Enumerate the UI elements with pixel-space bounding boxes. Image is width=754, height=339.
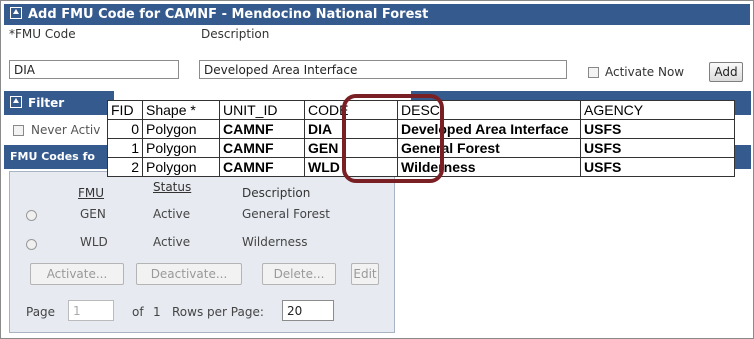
cell-agency: USFS — [580, 157, 735, 177]
description-input[interactable]: Developed Area Interface — [199, 60, 567, 79]
description-label: Description — [201, 27, 270, 41]
collapse-icon[interactable] — [10, 95, 22, 108]
filter-panel-header[interactable]: Filter — [4, 91, 114, 115]
fmu-code-input[interactable]: DIA — [9, 60, 179, 79]
fmu-codes-title: FMU Codes fo — [10, 150, 95, 163]
row-description-gen: General Forest — [242, 207, 330, 221]
cell-shape: Polygon — [142, 157, 220, 177]
row-description-wld: Wilderness — [242, 235, 308, 249]
row-radio-wld[interactable] — [26, 239, 37, 250]
rows-per-page-label: Rows per Page: — [172, 305, 264, 319]
column-header-status[interactable]: Status — [153, 180, 191, 194]
col-agency: AGENCY — [580, 100, 735, 120]
edit-button[interactable]: Edit — [351, 263, 379, 285]
delete-button[interactable]: Delete... — [262, 263, 336, 285]
fmu-codes-list: FMU Status Description GEN Active Genera… — [9, 171, 395, 333]
cell-fid: 1 — [107, 138, 143, 158]
cell-unit-id: CAMNF — [219, 157, 305, 177]
row-code-gen: GEN — [80, 207, 106, 221]
code-column-highlight — [342, 94, 444, 183]
row-code-wld: WLD — [80, 235, 108, 249]
col-unit-id: UNIT_ID — [219, 100, 305, 120]
fmu-code-label: *FMU Code — [9, 27, 76, 41]
total-pages: 1 — [153, 305, 161, 319]
deactivate-button[interactable]: Deactivate... — [136, 263, 242, 285]
add-fmu-panel-header[interactable]: Add FMU Code for CAMNF - Mendocino Natio… — [4, 4, 750, 25]
cell-fid: 2 — [107, 157, 143, 177]
page-label: Page — [26, 305, 56, 319]
row-radio-gen[interactable] — [26, 210, 37, 221]
fmu-codes-panel-header: FMU Codes fo — [4, 145, 114, 169]
activate-now-label: Activate Now — [605, 65, 685, 79]
col-fid: FID — [107, 100, 143, 120]
row-status-wld: Active — [153, 235, 191, 249]
of-label: of — [132, 305, 144, 319]
cell-fid: 0 — [107, 119, 143, 139]
collapse-icon[interactable] — [10, 6, 22, 19]
page-number-input[interactable]: 1 — [68, 300, 114, 321]
window-frame: Add FMU Code for CAMNF - Mendocino Natio… — [0, 0, 754, 339]
add-fmu-title: Add FMU Code for CAMNF - Mendocino Natio… — [28, 7, 429, 22]
never-active-checkbox[interactable] — [13, 125, 24, 136]
never-active-label: Never Activ — [31, 123, 101, 137]
cell-agency: USFS — [580, 138, 735, 158]
activate-button[interactable]: Activate... — [30, 263, 124, 285]
column-header-description[interactable]: Description — [242, 186, 310, 200]
cell-unit-id: CAMNF — [219, 119, 305, 139]
column-header-fmu[interactable]: FMU — [78, 186, 104, 200]
filter-title: Filter — [28, 96, 65, 110]
add-button[interactable]: Add — [709, 62, 743, 82]
row-status-gen: Active — [153, 207, 191, 221]
cell-shape: Polygon — [142, 138, 220, 158]
cell-shape: Polygon — [142, 119, 220, 139]
col-shape: Shape * — [142, 100, 220, 120]
cell-agency: USFS — [580, 119, 735, 139]
activate-now-checkbox[interactable] — [588, 67, 599, 78]
rows-per-page-input[interactable]: 20 — [282, 300, 334, 321]
cell-unit-id: CAMNF — [219, 138, 305, 158]
